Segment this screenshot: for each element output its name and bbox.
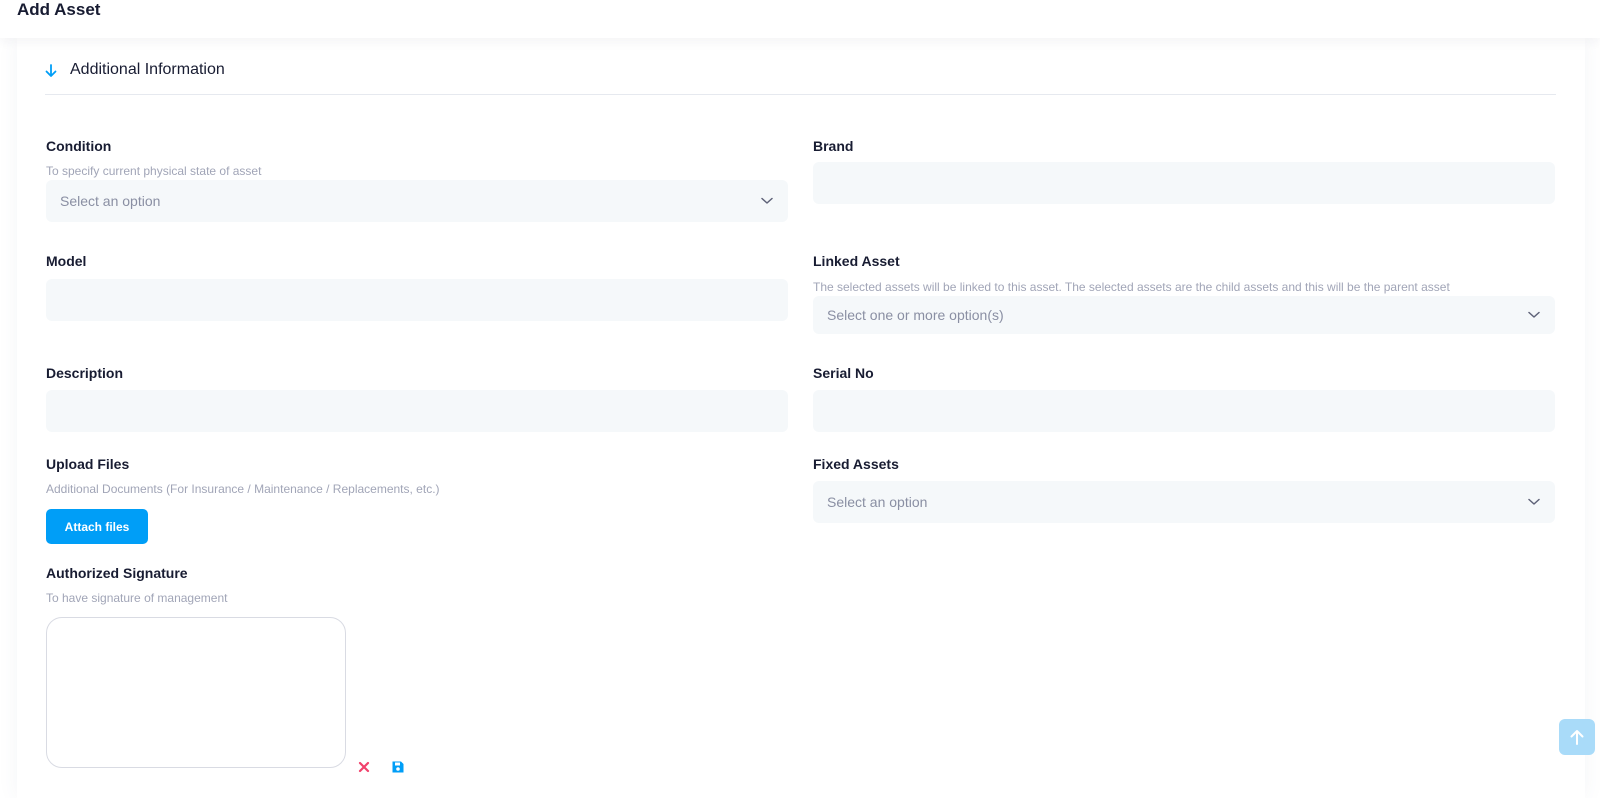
section-title: Additional Information [70,61,225,78]
signature-pad[interactable] [46,617,346,768]
linked-asset-select[interactable]: Select one or more option(s) [813,296,1555,334]
brand-input[interactable] [813,162,1555,204]
condition-select-placeholder: Select an option [60,193,161,209]
description-field[interactable] [46,390,788,432]
condition-select[interactable]: Select an option [46,180,788,222]
serial-no-input[interactable] [813,390,1555,432]
condition-label: Condition [46,138,112,154]
arrow-down-icon [45,64,57,77]
serial-no-label: Serial No [813,365,874,381]
upload-files-label: Upload Files [46,456,130,472]
signature-label: Authorized Signature [46,565,188,581]
fixed-assets-label: Fixed Assets [813,456,899,472]
page-title: Add Asset [17,0,101,19]
description-label: Description [46,365,124,381]
close-icon[interactable] [357,760,371,774]
brand-field[interactable] [813,162,1555,204]
fixed-assets-select-placeholder: Select an option [827,494,928,510]
serial-no-field[interactable] [813,390,1555,432]
brand-label: Brand [813,138,854,154]
signature-hint: To have signature of management [46,591,228,605]
condition-hint: To specify current physical state of ass… [46,164,262,178]
linked-asset-select-placeholder: Select one or more option(s) [827,307,1004,323]
save-icon[interactable] [391,760,405,774]
arrow-up-icon [1570,730,1584,745]
fixed-assets-select[interactable]: Select an option [813,481,1555,523]
description-input[interactable] [46,390,788,432]
chevron-down-icon [761,197,773,204]
model-field[interactable] [46,279,788,321]
attach-files-button[interactable]: Attach files [46,509,148,544]
scroll-to-top-button[interactable] [1559,719,1595,755]
model-input[interactable] [46,279,788,321]
upload-files-hint: Additional Documents (For Insurance / Ma… [46,482,440,496]
model-label: Model [46,253,87,269]
top-bar: Add Asset [0,0,1600,38]
chevron-down-icon [1528,311,1540,318]
chevron-down-icon [1528,498,1540,505]
linked-asset-hint: The selected assets will be linked to th… [813,280,1450,294]
linked-asset-label: Linked Asset [813,253,900,269]
section-header-additional-information[interactable]: Additional Information [45,58,1556,95]
